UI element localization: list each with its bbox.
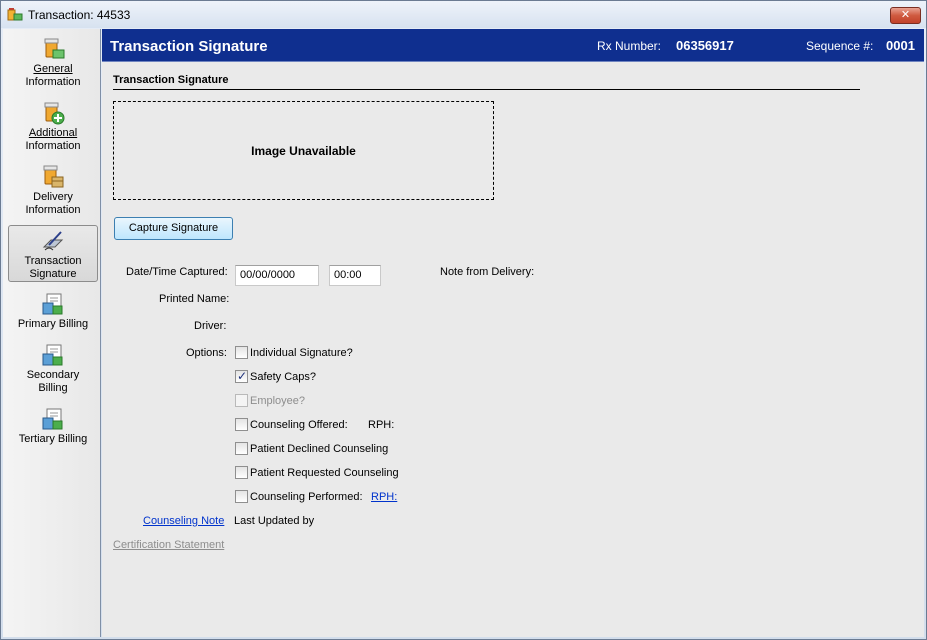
employee-label: Employee?: [250, 395, 306, 407]
transaction-window: Transaction: 44533 ✕ General Information: [0, 0, 927, 640]
patient-declined-label: Patient Declined Counseling: [250, 443, 389, 455]
printed-name-label: Printed Name:: [159, 293, 230, 305]
counseling-offered-label: Counseling Offered:: [250, 419, 348, 431]
sidebar-item-label-line1: Tertiary Billing: [18, 433, 88, 445]
datetime-captured-label: Date/Time Captured:: [126, 266, 228, 278]
title-bar: Transaction: 44533 ✕: [1, 1, 926, 28]
checkmark-icon: ✓: [237, 369, 248, 383]
signature-image-box: Image Unavailable: [113, 101, 494, 200]
signature-placeholder: Image Unavailable: [251, 143, 356, 158]
counseling-offered-checkbox[interactable]: [235, 418, 248, 431]
sidebar-item-label-line2: Information: [25, 204, 81, 216]
sidebar-item-secondary-billing[interactable]: Secondary Billing: [8, 343, 98, 395]
sidebar-item-tertiary-billing[interactable]: Tertiary Billing: [8, 407, 98, 446]
certification-statement-link[interactable]: Certification Statement: [113, 539, 224, 551]
billing-document-icon: [41, 292, 65, 316]
options-label: Options:: [186, 347, 227, 359]
page-title: Transaction Signature: [110, 38, 268, 55]
sequence-label: Sequence #:: [806, 39, 874, 53]
sidebar-item-label-line1: Delivery: [33, 191, 73, 203]
individual-signature-checkbox[interactable]: [235, 346, 248, 359]
signature-pen-icon: [41, 229, 65, 253]
billing-document-icon: [41, 407, 65, 431]
section-title: Transaction Signature: [113, 74, 860, 90]
sidebar-item-label-line1: General: [33, 63, 73, 75]
individual-signature-label: Individual Signature?: [250, 347, 353, 359]
pill-bottle-money-icon: [41, 37, 65, 61]
sidebar-item-label-line1: Additional: [28, 127, 78, 139]
counseling-note-link[interactable]: Counseling Note: [143, 515, 224, 527]
close-icon: ✕: [900, 9, 911, 21]
billing-document-icon: [41, 343, 65, 367]
sidebar-item-label-line1: Transaction: [24, 255, 82, 267]
last-updated-label: Last Updated by: [234, 515, 315, 527]
rx-number-value: 06356917: [676, 38, 734, 53]
counseling-performed-label: Counseling Performed:: [250, 491, 363, 503]
patient-declined-checkbox[interactable]: [235, 442, 248, 455]
sidebar-item-label-line2: Signature: [29, 268, 77, 280]
counseling-performed-rph-link[interactable]: RPH:: [371, 491, 397, 503]
safety-caps-label: Safety Caps?: [250, 371, 317, 383]
main-panel: Transaction Signature Rx Number: 0635691…: [102, 29, 924, 637]
sequence-value: 0001: [886, 38, 915, 53]
sidebar-item-label-line1: Secondary: [26, 369, 80, 381]
page-header: Transaction Signature Rx Number: 0635691…: [102, 29, 924, 62]
sidebar-item-additional-information[interactable]: Additional Information: [8, 101, 98, 153]
transaction-app-icon: [7, 7, 23, 22]
counseling-performed-checkbox[interactable]: [235, 490, 248, 503]
sidebar-item-label-line1: Primary Billing: [17, 318, 89, 330]
capture-signature-button[interactable]: Capture Signature: [114, 217, 233, 240]
sidebar-item-label-line2: Information: [25, 76, 81, 88]
window-title: Transaction: 44533: [28, 8, 131, 22]
note-from-delivery-label: Note from Delivery:: [440, 266, 535, 278]
driver-label: Driver:: [194, 320, 227, 332]
pill-bottle-add-icon: [41, 101, 65, 125]
date-captured-field[interactable]: 00/00/0000: [235, 265, 319, 286]
sidebar-item-general-information[interactable]: General Information: [8, 37, 98, 89]
close-button[interactable]: ✕: [890, 7, 921, 24]
patient-requested-label: Patient Requested Counseling: [250, 467, 399, 479]
sidebar-item-label-line2: Billing: [38, 382, 68, 394]
counseling-offered-rph-label: RPH:: [368, 419, 395, 431]
safety-caps-checkbox[interactable]: ✓: [235, 369, 248, 383]
employee-checkbox: [235, 394, 248, 407]
sidebar: General Information Additional Informati…: [3, 29, 101, 637]
time-captured-field[interactable]: 00:00: [329, 265, 381, 286]
sidebar-item-primary-billing[interactable]: Primary Billing: [8, 292, 98, 331]
sidebar-item-delivery-information[interactable]: Delivery Information: [8, 165, 98, 217]
sidebar-item-transaction-signature[interactable]: Transaction Signature: [8, 225, 98, 282]
rx-number-label: Rx Number:: [597, 39, 662, 53]
patient-requested-checkbox[interactable]: [235, 466, 248, 479]
delivery-box-icon: [41, 165, 65, 189]
sidebar-item-label-line2: Information: [25, 140, 81, 152]
